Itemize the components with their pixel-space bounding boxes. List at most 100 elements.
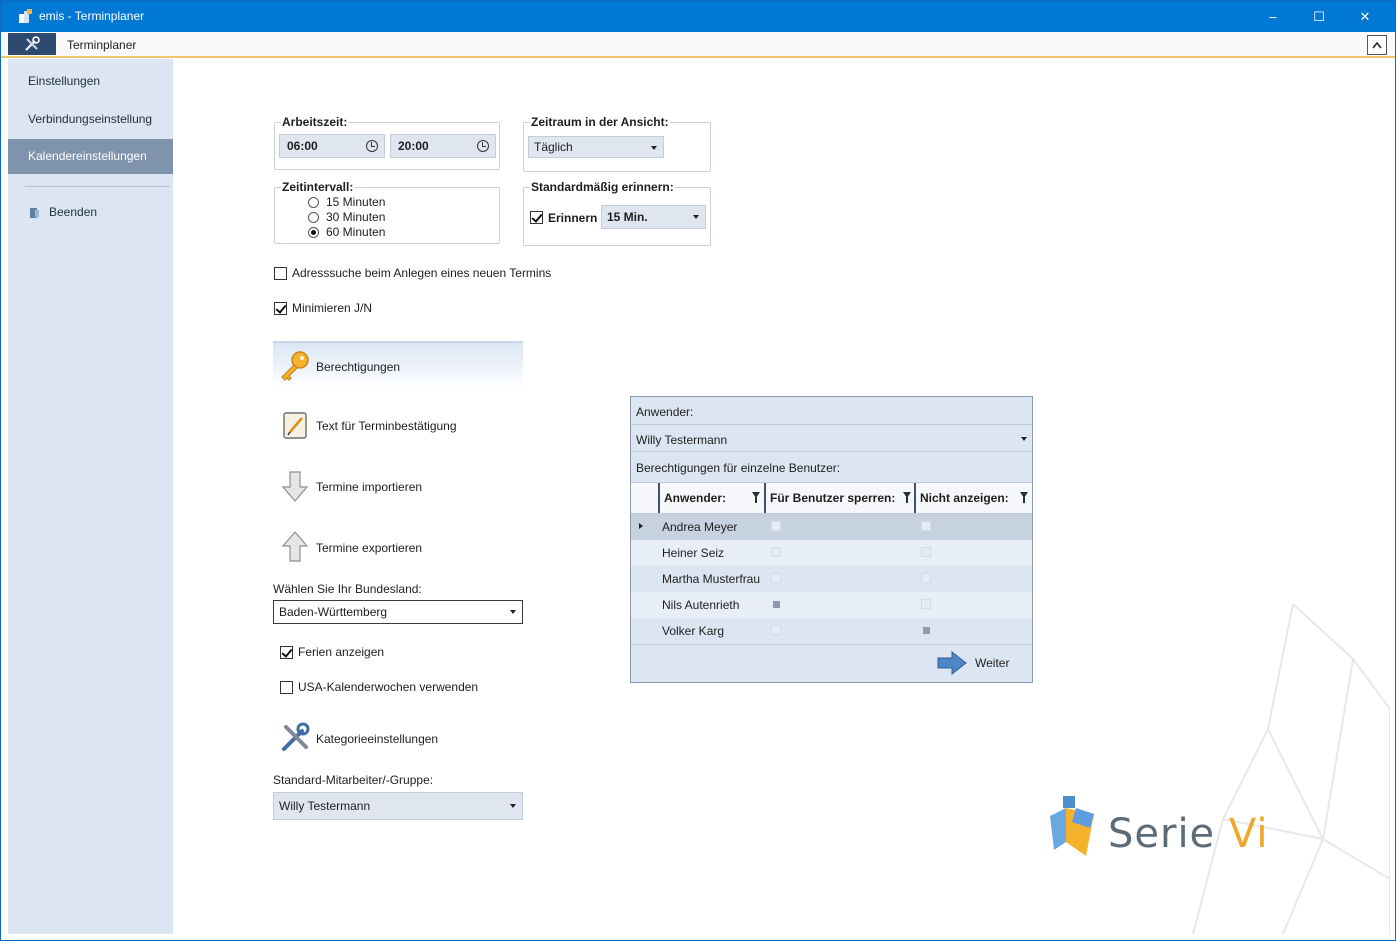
erinnern-title: Standardmäßig erinnern: [530, 180, 675, 194]
column-nicht-anzeigen[interactable]: Nicht anzeigen: [914, 483, 1030, 513]
anwender-value: Willy Testermann [636, 433, 728, 447]
sperren-checkbox[interactable] [771, 625, 781, 635]
radio-60-minuten[interactable] [308, 227, 319, 238]
termine-importieren-button[interactable]: Termine importieren [273, 463, 523, 511]
logo-text-main: Serie [1108, 811, 1229, 857]
logo-text-accent: Vi [1228, 811, 1269, 857]
column-sperren[interactable]: Für Benutzer sperren: [764, 483, 914, 513]
grid-divider [631, 644, 1032, 645]
serie-vi-logo-text: Serie Vi [1108, 811, 1269, 857]
filter-icon[interactable] [1020, 492, 1028, 503]
sidebar-divider [25, 186, 170, 187]
ferien-checkbox[interactable] [280, 646, 293, 659]
table-row[interactable]: Nils Autenrieth [631, 592, 1032, 618]
usa-label: USA-Kalenderwochen verwenden [298, 680, 479, 694]
arbeitszeit-title: Arbeitszeit: [281, 115, 349, 129]
app-window: emis - Terminplaner – ☐ ✕ Terminplaner E… [0, 0, 1396, 941]
filter-icon[interactable] [903, 492, 911, 503]
title-bar: emis - Terminplaner – ☐ ✕ [1, 1, 1395, 32]
berechtigungen-grid-label: Berechtigungen für einzelne Benutzer: [636, 461, 841, 475]
radio-60-label: 60 Minuten [326, 225, 386, 239]
tab-terminplaner[interactable]: Terminplaner [67, 38, 136, 52]
text-terminbestaetigung-button[interactable]: Text für Terminbestätigung [273, 402, 523, 450]
nicht-anzeigen-checkbox[interactable] [923, 627, 930, 634]
clock-icon[interactable] [366, 140, 378, 152]
nicht-anzeigen-checkbox[interactable] [921, 573, 931, 583]
chevron-down-icon [651, 146, 657, 150]
berechtigungen-label: Berechtigungen [316, 360, 401, 374]
usa-checkbox[interactable] [280, 681, 293, 694]
radio-30-minuten[interactable] [308, 212, 319, 223]
anwender-select[interactable]: Willy Testermann [631, 424, 1032, 452]
end-time-input[interactable]: 20:00 [390, 134, 496, 158]
table-row[interactable]: Heiner Seiz [631, 540, 1032, 566]
zeitraum-select[interactable]: Täglich [528, 136, 664, 158]
nicht-anzeigen-checkbox[interactable] [921, 521, 931, 531]
erinnern-select[interactable]: 15 Min. [601, 205, 706, 229]
termine-exportieren-button[interactable]: Termine exportieren [273, 524, 523, 572]
chevron-up-icon [1372, 41, 1382, 49]
chevron-down-icon [1021, 437, 1027, 441]
row-name: Andrea Meyer [662, 520, 738, 534]
key-icon [281, 351, 309, 381]
row-name: Martha Musterfrau [662, 572, 761, 586]
column-anwender[interactable]: Anwender: [658, 483, 762, 513]
minimieren-checkbox[interactable] [274, 302, 287, 315]
weiter-button[interactable]: Weiter [936, 650, 1026, 676]
row-name: Heiner Seiz [662, 546, 725, 560]
bundesland-value: Baden-Württemberg [279, 605, 388, 619]
adresssuche-checkbox[interactable] [274, 267, 287, 280]
sperren-checkbox[interactable] [771, 547, 781, 557]
arrow-up-icon [281, 531, 309, 562]
sperren-checkbox[interactable] [771, 573, 781, 583]
mitarbeiter-select[interactable]: Willy Testermann [273, 792, 523, 820]
zeitraum-value: Täglich [534, 140, 573, 154]
erinnern-checkbox[interactable] [530, 211, 543, 224]
tools-icon [25, 36, 40, 51]
minimize-button[interactable]: – [1250, 1, 1296, 32]
chevron-down-icon [510, 610, 516, 614]
sidebar-item-einstellungen[interactable]: Einstellungen [8, 64, 173, 99]
ribbon-collapse-button[interactable] [1367, 35, 1387, 55]
clock-icon[interactable] [477, 140, 489, 152]
app-icon [19, 9, 32, 23]
radio-15-minuten[interactable] [308, 197, 319, 208]
arrow-down-icon [281, 471, 309, 502]
ferien-label: Ferien anzeigen [298, 645, 385, 659]
berechtigungen-button[interactable]: Berechtigungen [273, 341, 523, 389]
maximize-icon: ☐ [1313, 8, 1325, 24]
sidebar-item-beenden[interactable]: Beenden [8, 195, 173, 230]
radio-30-label: 30 Minuten [326, 210, 386, 224]
tools-icon [282, 722, 310, 751]
adresssuche-label: Adresssuche beim Anlegen eines neuen Ter… [292, 266, 552, 280]
filter-icon[interactable] [752, 492, 760, 503]
nicht-anzeigen-checkbox[interactable] [921, 547, 931, 557]
nicht-anzeigen-checkbox[interactable] [921, 599, 931, 609]
anwender-label: Anwender: [636, 405, 694, 419]
start-time-input[interactable]: 06:00 [279, 134, 385, 158]
notepad-icon [283, 412, 307, 439]
erinnern-value: 15 Min. [607, 210, 648, 224]
minimize-icon: – [1269, 9, 1277, 24]
app-menu-button[interactable] [8, 33, 56, 55]
kategorieeinstellungen-button[interactable]: Kategorieeinstellungen [273, 715, 523, 763]
sperren-checkbox[interactable] [773, 601, 780, 608]
column-nicht-anzeigen-label: Nicht anzeigen: [920, 491, 1009, 505]
zeitraum-title: Zeitraum in der Ansicht: [530, 115, 670, 129]
ribbon-bar: Terminplaner [1, 32, 1395, 58]
radio-15-label: 15 Minuten [326, 195, 386, 209]
erinnern-label: Erinnern [548, 211, 598, 225]
sidebar-item-verbindungseinstellung[interactable]: Verbindungseinstellung [8, 102, 173, 137]
close-button[interactable]: ✕ [1342, 1, 1388, 32]
termine-importieren-label: Termine importieren [316, 480, 423, 494]
table-row[interactable]: Martha Musterfrau [631, 566, 1032, 592]
sidebar-item-kalendereinstellungen[interactable]: Kalendereinstellungen [8, 139, 173, 174]
decorative-background-shape [1192, 603, 1390, 934]
bundesland-select[interactable]: Baden-Württemberg [273, 600, 523, 624]
table-row[interactable]: Volker Karg [631, 618, 1032, 644]
mitarbeiter-label: Standard-Mitarbeiter/-Gruppe: [273, 773, 434, 787]
maximize-button[interactable]: ☐ [1296, 1, 1342, 32]
sperren-checkbox[interactable] [771, 521, 781, 531]
table-row[interactable]: Andrea Meyer [631, 514, 1032, 540]
close-icon: ✕ [1359, 8, 1371, 24]
